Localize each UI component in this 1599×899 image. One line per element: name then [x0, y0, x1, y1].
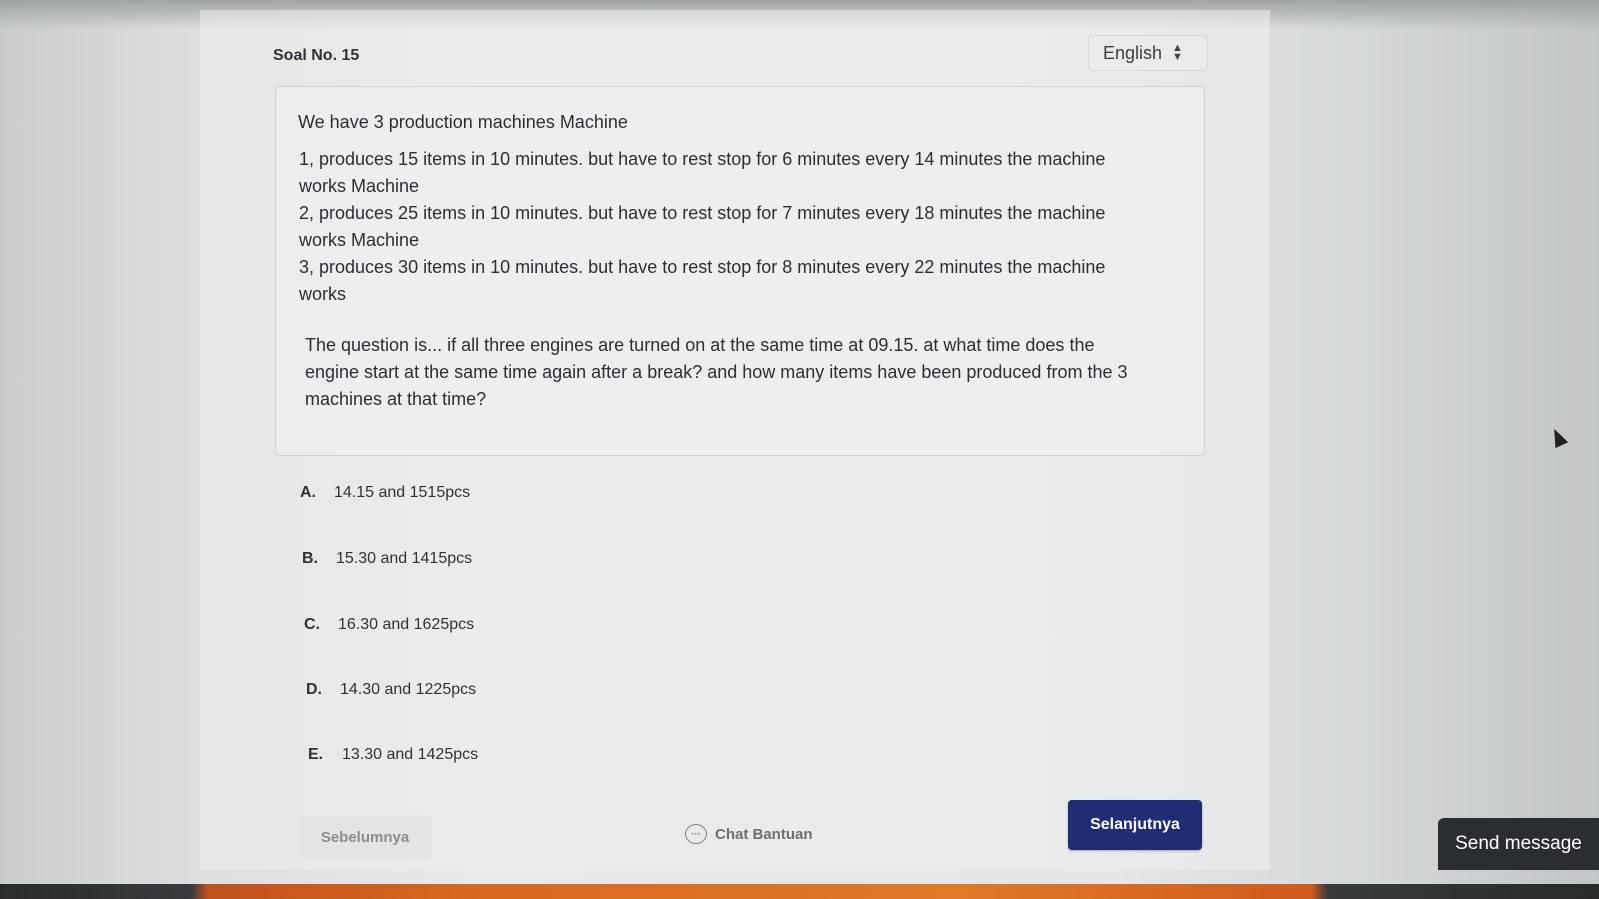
option-text: 15.30 and 1415pcs [336, 550, 473, 567]
option-letter: C. [304, 616, 320, 633]
question-line: 1, produces 15 items in 10 minutes. but … [299, 149, 1106, 169]
option-text: 16.30 and 1625pcs [338, 616, 475, 633]
question-line: 3, produces 30 items in 10 minutes. but … [299, 257, 1106, 277]
previous-button[interactable]: Sebelumnya [298, 815, 432, 859]
option-letter: E. [308, 746, 324, 763]
question-line: 2, produces 25 items in 10 minutes. but … [299, 203, 1106, 223]
question-intro: We have 3 production machines Machine [298, 112, 628, 132]
question-machine-list: 1, produces 15 items in 10 minutes. but … [299, 146, 1179, 308]
question-line: works [299, 284, 347, 304]
option-text: 14.15 and 1515pcs [334, 484, 471, 501]
option-letter: D. [306, 681, 322, 698]
send-message-button[interactable]: Send message [1438, 818, 1599, 870]
question-line: works Machine [299, 230, 420, 250]
option-text: 14.30 and 1225pcs [340, 681, 477, 698]
question-number: Soal No. 15 [273, 47, 360, 64]
chat-help-label: Chat Bantuan [715, 825, 813, 843]
option-e[interactable]: E. 13.30 and 1425pcs [308, 746, 478, 764]
language-value: English [1103, 42, 1163, 63]
prompt-line: engine start at the same time again afte… [305, 362, 1128, 382]
option-b[interactable]: B. 15.30 and 1415pcs [302, 550, 472, 568]
question-prompt: The question is... if all three engines … [305, 332, 1185, 413]
next-button[interactable]: Selanjutnya [1068, 800, 1202, 850]
prompt-line: The question is... if all three engines … [305, 335, 1095, 355]
option-d[interactable]: D. 14.30 and 1225pcs [306, 681, 476, 699]
chat-bubble-icon: ··· [685, 824, 707, 844]
sort-arrows-icon: ▲ ▼ [1172, 42, 1183, 63]
mouse-pointer-icon [1547, 425, 1569, 449]
language-select[interactable]: English ▲ ▼ [1088, 35, 1208, 71]
question-line: works Machine [299, 176, 420, 196]
prompt-line: machines at that time? [305, 389, 487, 409]
option-letter: B. [302, 550, 318, 567]
option-letter: A. [300, 484, 316, 501]
option-a[interactable]: A. 14.15 and 1515pcs [300, 484, 470, 502]
option-text: 13.30 and 1425pcs [342, 746, 479, 763]
option-c[interactable]: C. 16.30 and 1625pcs [304, 616, 474, 634]
chat-help-button[interactable]: ··· Chat Bantuan [685, 824, 813, 844]
taskbar [0, 884, 1599, 899]
